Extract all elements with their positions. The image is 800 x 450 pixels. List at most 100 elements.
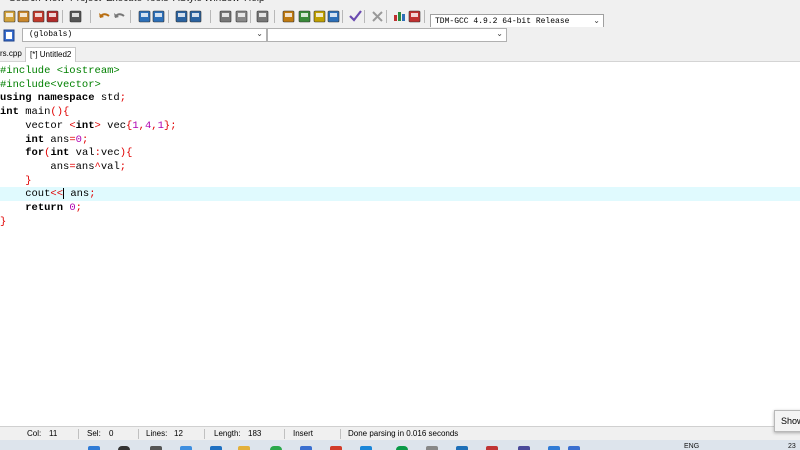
code-token: }; bbox=[163, 119, 177, 132]
member-combo[interactable]: ⌄ bbox=[267, 28, 507, 42]
scope-combo[interactable]: (globals) ⌄ bbox=[22, 28, 267, 42]
code-token: vec bbox=[107, 119, 127, 132]
code-line[interactable]: int ans=0; bbox=[0, 133, 800, 147]
class-browser-icon[interactable] bbox=[2, 28, 16, 42]
insert-icon[interactable] bbox=[312, 9, 326, 23]
windows-taskbar: ENG 23 bbox=[0, 440, 800, 450]
status-mode: Insert bbox=[293, 429, 314, 438]
code-token: ; bbox=[89, 188, 96, 201]
menu-item-help[interactable]: Help bbox=[244, 0, 265, 4]
compile-icon[interactable] bbox=[174, 9, 188, 23]
code-line[interactable]: for(int val:vec){ bbox=[0, 146, 800, 160]
toolbar-separator bbox=[90, 10, 91, 23]
menu-item-search[interactable]: Search bbox=[9, 0, 41, 4]
toolbar-separator bbox=[364, 10, 365, 23]
code-line[interactable]: #include<vector> bbox=[0, 78, 800, 92]
code-line[interactable]: ans=ans^val; bbox=[0, 160, 800, 174]
search-icon[interactable] bbox=[118, 446, 130, 450]
indent-icon[interactable] bbox=[218, 9, 232, 23]
tooltip: Show bbox=[774, 410, 800, 432]
code-token: std bbox=[94, 92, 120, 105]
office-icon[interactable] bbox=[330, 446, 342, 450]
code-line[interactable]: return 0; bbox=[0, 201, 800, 215]
compiler-select-value: TDM-GCC 4.9.2 64-bit Release bbox=[435, 17, 570, 26]
menu-item-view[interactable]: View bbox=[43, 0, 65, 4]
status-bar: Col: 11 Sel: 0 Lines: 12 Length: 183 Ins… bbox=[0, 426, 800, 440]
status-divider bbox=[204, 429, 205, 439]
toolbar-separator bbox=[424, 10, 425, 23]
status-col-label: Col: bbox=[27, 429, 42, 438]
redo-icon[interactable] bbox=[112, 9, 126, 23]
profile-icon[interactable] bbox=[407, 9, 421, 23]
app-icon[interactable] bbox=[548, 446, 560, 450]
compile-run-icon[interactable] bbox=[188, 9, 202, 23]
status-lines-value: 12 bbox=[174, 429, 183, 438]
app-icon[interactable] bbox=[360, 446, 372, 450]
code-token: > bbox=[94, 119, 108, 132]
app-icon[interactable] bbox=[396, 446, 408, 450]
new-project-icon[interactable] bbox=[297, 9, 311, 23]
clock[interactable]: 23 bbox=[788, 443, 796, 450]
menu-item-astyle[interactable]: AStyle bbox=[173, 0, 202, 4]
toolbar-separator bbox=[130, 10, 131, 23]
save-all-icon[interactable] bbox=[16, 9, 30, 23]
windows-start-icon[interactable] bbox=[88, 446, 100, 450]
find-icon[interactable] bbox=[137, 9, 151, 23]
code-line[interactable]: int main(){ bbox=[0, 105, 800, 119]
code-line[interactable]: } bbox=[0, 215, 800, 229]
code-token: for bbox=[25, 147, 45, 160]
chart-icon[interactable] bbox=[392, 9, 406, 23]
save-icon[interactable] bbox=[2, 9, 16, 23]
menu-item-window[interactable]: Window bbox=[204, 0, 240, 4]
code-token: int bbox=[75, 119, 95, 132]
code-token: int bbox=[0, 106, 19, 119]
code-line-current[interactable]: cout<< ans; bbox=[0, 187, 800, 202]
replace-icon[interactable] bbox=[151, 9, 165, 23]
new-class-icon[interactable] bbox=[281, 9, 295, 23]
tab-untitled2[interactable]: [*] Untitled2 bbox=[25, 47, 77, 62]
goto-icon[interactable] bbox=[326, 9, 340, 23]
app-icon[interactable] bbox=[456, 446, 468, 450]
menu-item-execute[interactable]: Execute bbox=[106, 0, 142, 4]
language-indicator[interactable]: ENG bbox=[684, 443, 699, 450]
menu-item-tools[interactable]: Tools bbox=[145, 0, 168, 4]
status-divider bbox=[340, 429, 341, 439]
bookmark-icon[interactable] bbox=[255, 9, 269, 23]
toolbar-separator bbox=[168, 10, 169, 23]
code-token: ){ bbox=[119, 147, 133, 160]
menu-item-project[interactable]: Project bbox=[70, 0, 101, 4]
store-icon[interactable] bbox=[210, 446, 222, 450]
check-icon[interactable] bbox=[348, 9, 362, 23]
code-token: #include<vector> bbox=[0, 78, 101, 91]
app-icon[interactable] bbox=[518, 446, 530, 450]
close-file-icon[interactable] bbox=[31, 9, 45, 23]
devcpp-taskbar-icon[interactable] bbox=[568, 446, 580, 450]
undo-icon[interactable] bbox=[97, 9, 111, 23]
chevron-down-icon[interactable]: ⌄ bbox=[496, 29, 503, 41]
code-line[interactable]: vector <int> vec{1,4,1}; bbox=[0, 119, 800, 133]
app-icon[interactable] bbox=[426, 446, 438, 450]
stop-icon[interactable] bbox=[370, 9, 384, 23]
code-editor[interactable]: #include <iostream> #include<vector> using… bbox=[0, 62, 800, 426]
print-icon[interactable] bbox=[68, 9, 82, 23]
unindent-icon[interactable] bbox=[234, 9, 248, 23]
task-view-icon[interactable] bbox=[150, 446, 162, 450]
status-divider bbox=[138, 429, 139, 439]
chevron-down-icon[interactable]: ⌄ bbox=[256, 29, 263, 41]
toolbar-separator bbox=[274, 10, 275, 23]
chrome-icon[interactable] bbox=[270, 446, 282, 450]
code-token: ans bbox=[64, 188, 90, 201]
edge-icon[interactable] bbox=[180, 446, 192, 450]
code-line[interactable]: #include <iostream> bbox=[0, 64, 800, 78]
close-all-icon[interactable] bbox=[45, 9, 59, 23]
file-explorer-icon[interactable] bbox=[238, 446, 250, 450]
code-token: } bbox=[25, 174, 32, 187]
code-line[interactable]: } bbox=[0, 174, 800, 188]
code-token: int bbox=[25, 133, 45, 146]
code-line[interactable]: using namespace std; bbox=[0, 91, 800, 105]
app-icon[interactable] bbox=[486, 446, 498, 450]
tab-rs-cpp[interactable]: rs.cpp bbox=[0, 47, 26, 62]
mail-icon[interactable] bbox=[300, 446, 312, 450]
